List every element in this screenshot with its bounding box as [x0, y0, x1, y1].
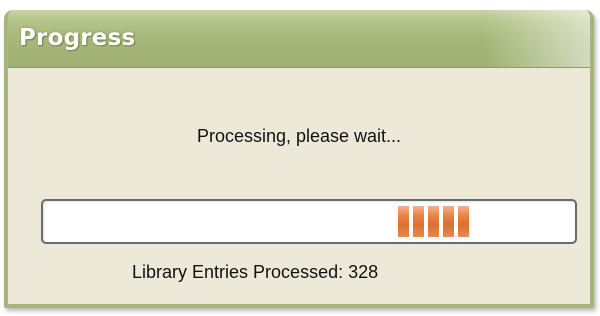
entries-processed-count: 328	[348, 262, 379, 282]
progress-marquee	[398, 206, 469, 237]
progress-block	[413, 206, 424, 237]
processing-message: Processing, please wait...	[196, 126, 402, 146]
entries-processed-status: Library Entries Processed: 328	[132, 262, 378, 283]
progress-dialog-window: Progress Processing, please wait... Libr…	[4, 10, 594, 308]
progress-bar	[41, 199, 577, 244]
progress-block	[398, 206, 409, 237]
progress-block	[458, 206, 469, 237]
entries-processed-label: Library Entries Processed:	[132, 262, 344, 282]
progress-block	[443, 206, 454, 237]
progress-block	[428, 206, 439, 237]
window-title: Progress	[19, 25, 136, 51]
dialog-body: Processing, please wait... Library Entri…	[8, 68, 590, 304]
title-bar[interactable]: Progress	[8, 10, 590, 68]
